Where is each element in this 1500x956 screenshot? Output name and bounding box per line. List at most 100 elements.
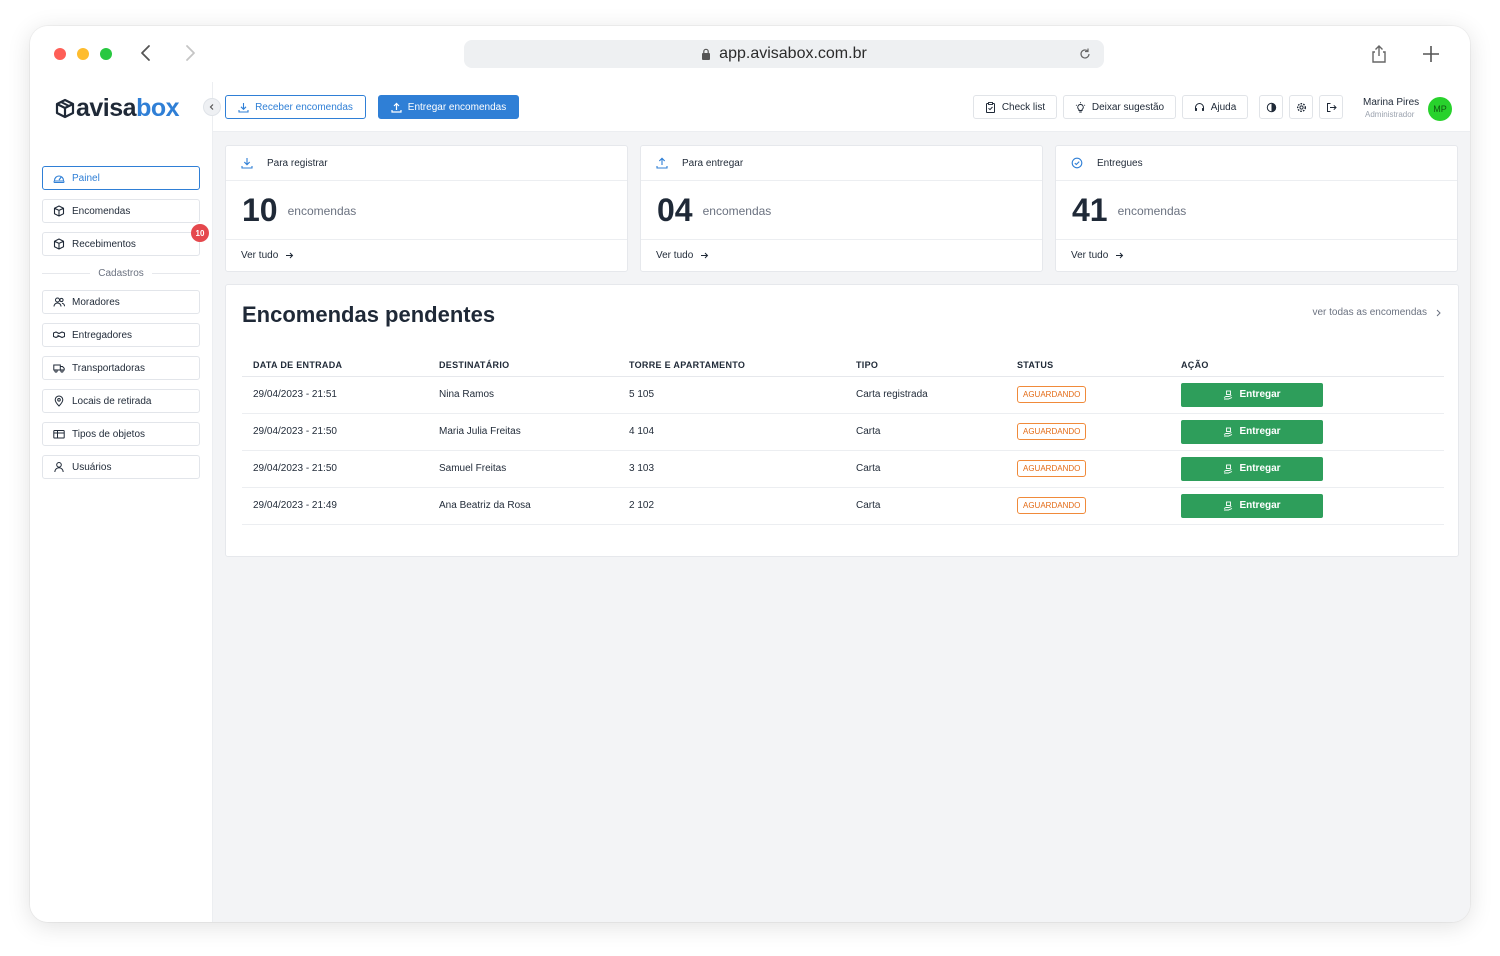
reload-icon[interactable] xyxy=(1078,47,1092,61)
truck-icon xyxy=(53,362,65,374)
deliver-button[interactable]: Entregar xyxy=(1181,382,1323,407)
download-icon xyxy=(241,158,253,169)
sidebar-item-tipos-de-objetos[interactable]: Tipos de objetos xyxy=(42,422,200,446)
address-bar[interactable]: app.avisabox.com.br xyxy=(464,40,1104,68)
status-badge: AGUARDANDO xyxy=(1017,423,1087,440)
logout-button[interactable] xyxy=(1319,95,1343,119)
sidebar-item-label: Tipos de objetos xyxy=(72,428,146,440)
checklist-button[interactable]: Check list xyxy=(973,95,1057,119)
close-window-button[interactable] xyxy=(54,48,66,60)
see-all-label: Ver tudo xyxy=(241,250,279,261)
dashboard-icon xyxy=(53,172,65,184)
share-icon[interactable] xyxy=(1368,43,1390,65)
sidebar-item-transportadoras[interactable]: Transportadoras xyxy=(42,356,200,380)
back-arrow-icon[interactable] xyxy=(136,43,156,63)
top-toolbar: Receber encomendas Entregar encomendas C… xyxy=(213,82,1470,132)
status-cell: AGUARDANDO xyxy=(1006,450,1170,488)
sidebar-item-usuarios[interactable]: Usuários xyxy=(42,455,200,479)
arrow-right-icon xyxy=(286,252,294,259)
maximize-window-button[interactable] xyxy=(100,48,112,60)
sidebar-item-encomendas[interactable]: Encomendas xyxy=(42,199,200,223)
sidebar-item-painel[interactable]: Painel xyxy=(42,166,200,190)
upload-icon xyxy=(656,157,668,169)
deliver-button[interactable]: Entregar xyxy=(1181,456,1323,481)
checklist-label: Check list xyxy=(1001,101,1046,113)
stat-card-delivered: Entregues 41 encomendas Ver tudo xyxy=(1055,145,1458,272)
settings-button[interactable] xyxy=(1289,95,1313,119)
stat-card-to-register: Para registrar 10 encomendas Ver tudo xyxy=(225,145,628,272)
card-unit: encomendas xyxy=(287,204,357,218)
see-all-link[interactable]: Ver tudo xyxy=(1056,240,1457,271)
package-type: Carta registrada xyxy=(845,376,1006,414)
status-cell: AGUARDANDO xyxy=(1006,487,1170,525)
table-row: 29/04/2023 - 21:50 Samuel Freitas 3 103 … xyxy=(242,450,1444,488)
browser-toolbar: app.avisabox.com.br xyxy=(30,26,1470,82)
sidebar-item-label: Transportadoras xyxy=(72,362,145,374)
action-cell: Entregar xyxy=(1170,413,1444,451)
arrow-right-icon xyxy=(1116,252,1124,259)
table-header-row: DATA DE ENTRADA DESTINATÁRIO TORRE E APA… xyxy=(242,355,1444,377)
help-label: Ajuda xyxy=(1210,101,1237,113)
card-value: 41 xyxy=(1072,191,1108,228)
status-badge: AGUARDANDO xyxy=(1017,460,1087,477)
sidebar-item-label: Usuários xyxy=(72,461,112,473)
deliver-button-label: Entregar xyxy=(1239,426,1281,437)
minimize-window-button[interactable] xyxy=(77,48,89,60)
card-body: 41 encomendas xyxy=(1056,181,1457,240)
contrast-icon xyxy=(1266,102,1276,112)
sidebar-item-moradores[interactable]: Moradores xyxy=(42,290,200,314)
column-header: TORRE E APARTAMENTO xyxy=(618,355,845,377)
theme-toggle-button[interactable] xyxy=(1259,95,1283,119)
action-cell: Entregar xyxy=(1170,487,1444,525)
suggestion-button[interactable]: Deixar sugestão xyxy=(1063,95,1176,119)
package-type: Carta xyxy=(845,413,1006,451)
status-badge: AGUARDANDO xyxy=(1017,386,1087,403)
deliver-packages-label: Entregar encomendas xyxy=(407,101,507,113)
recipient: Ana Beatriz da Rosa xyxy=(428,487,618,525)
column-header: DATA DE ENTRADA xyxy=(242,355,428,377)
suggestion-label: Deixar sugestão xyxy=(1091,101,1165,113)
receive-packages-button[interactable]: Receber encomendas xyxy=(225,95,366,119)
collapse-sidebar-button[interactable] xyxy=(203,98,221,116)
sidebar-item-recebimentos[interactable]: Recebimentos 10 xyxy=(42,224,209,256)
box-type-icon xyxy=(53,428,65,440)
gear-icon xyxy=(1296,102,1306,112)
status-badge: AGUARDANDO xyxy=(1017,497,1087,514)
see-all-link[interactable]: Ver tudo xyxy=(641,240,1042,271)
check-circle-icon xyxy=(1071,157,1083,169)
new-tab-icon[interactable] xyxy=(1420,43,1442,65)
deliver-packages-button[interactable]: Entregar encomendas xyxy=(378,95,519,119)
hand-package-icon xyxy=(1224,501,1233,510)
card-header: Entregues xyxy=(1056,146,1457,181)
sidebar-item-entregadores[interactable]: Entregadores xyxy=(42,323,200,347)
avatar[interactable]: MP xyxy=(1428,97,1452,121)
deliver-button[interactable]: Entregar xyxy=(1181,419,1323,444)
chevron-left-icon xyxy=(209,104,214,110)
view-all-packages-link[interactable]: ver todas as encomendas xyxy=(1312,307,1442,318)
avisabox-logo[interactable]: avisabox xyxy=(54,94,180,123)
user-icon xyxy=(53,461,65,473)
address-url: app.avisabox.com.br xyxy=(719,45,867,62)
lightbulb-icon xyxy=(1075,101,1086,112)
card-value: 04 xyxy=(657,191,693,228)
sidebar-item-locais-de-retirada[interactable]: Locais de retirada xyxy=(42,389,200,413)
sidebar-item-label: Painel xyxy=(72,172,100,184)
notification-badge: 10 xyxy=(191,224,209,242)
table-row: 29/04/2023 - 21:51 Nina Ramos 5 105 Cart… xyxy=(242,376,1444,414)
deliver-button-label: Entregar xyxy=(1239,500,1281,511)
card-unit: encomendas xyxy=(702,204,772,218)
card-value: 10 xyxy=(242,191,278,228)
status-cell: AGUARDANDO xyxy=(1006,413,1170,451)
panel-title: Encomendas pendentes xyxy=(242,302,496,327)
forward-arrow-icon[interactable] xyxy=(180,43,200,63)
arrow-right-icon xyxy=(701,252,709,259)
chevron-right-icon xyxy=(1436,309,1441,316)
status-cell: AGUARDANDO xyxy=(1006,376,1170,414)
help-button[interactable]: Ajuda xyxy=(1182,95,1248,119)
headset-icon xyxy=(1194,102,1204,111)
stat-card-to-deliver: Para entregar 04 encomendas Ver tudo xyxy=(640,145,1043,272)
recipient: Maria Julia Freitas xyxy=(428,413,618,451)
deliver-button[interactable]: Entregar xyxy=(1181,493,1323,518)
see-all-link[interactable]: Ver tudo xyxy=(226,240,627,271)
action-cell: Entregar xyxy=(1170,376,1444,414)
